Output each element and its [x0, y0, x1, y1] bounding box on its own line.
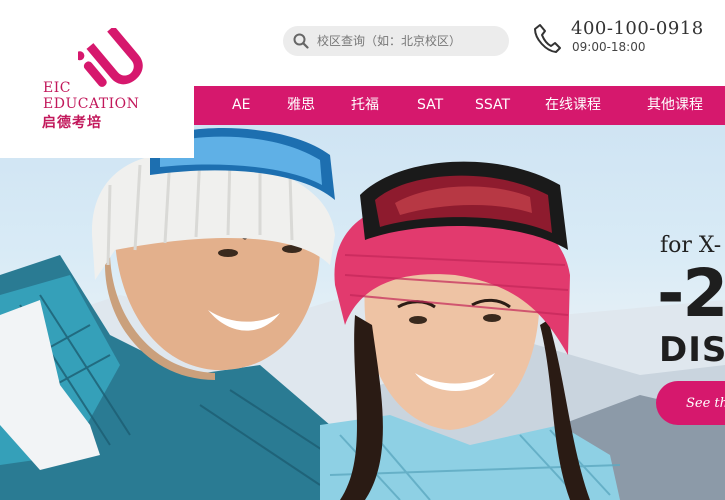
nav-item-other-courses[interactable]: 其他课程 — [647, 86, 703, 125]
logo-text-education: EDUCATION — [43, 96, 140, 112]
nav-item-ssat[interactable]: SSAT — [475, 86, 510, 125]
nav-item-toefl[interactable]: 托福 — [351, 86, 379, 125]
campus-search-box[interactable] — [283, 26, 509, 56]
hero-photo-skiing-couple — [0, 128, 725, 500]
search-icon — [293, 33, 309, 49]
logo-text-chinese: 启德考培 — [42, 115, 102, 131]
brand-logo[interactable]: EIC EDUCATION 启德考培 — [0, 0, 194, 158]
nav-item-online-courses[interactable]: 在线课程 — [545, 86, 601, 125]
hero-banner[interactable]: for X- -2 DISC See th — [0, 125, 725, 500]
nav-item-ielts[interactable]: 雅思 — [287, 86, 315, 125]
eic-logo-mark-icon — [78, 28, 143, 87]
phone-icon — [534, 24, 561, 53]
logo-text-eic: EIC — [43, 80, 71, 96]
see-offer-button[interactable]: See th — [656, 381, 725, 425]
campus-search-input[interactable] — [315, 33, 499, 49]
promo-discount-value: -2 — [657, 255, 725, 332]
hotline-number: 400-100-0918 — [571, 18, 704, 39]
promo-discount-label: DISC — [659, 330, 725, 370]
nav-item-sat[interactable]: SAT — [417, 86, 443, 125]
service-hours: 09:00-18:00 — [572, 40, 646, 54]
nav-item-ae[interactable]: AE — [232, 86, 250, 125]
